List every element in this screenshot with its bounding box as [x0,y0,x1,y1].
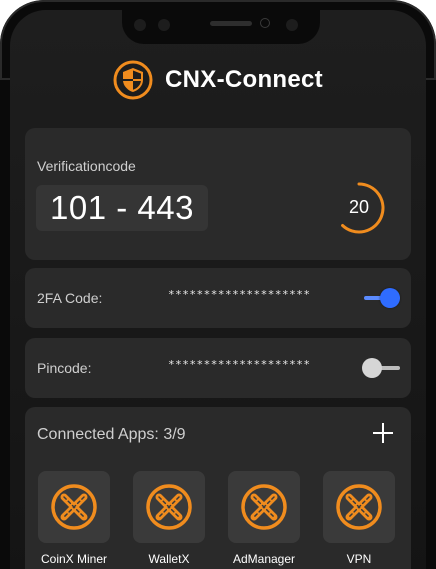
pincode-label: Pincode: [37,360,92,376]
twofa-label: 2FA Code: [37,290,103,306]
app-name-vpn: VPN [346,552,372,566]
pincode-masked-value: ******************** [168,358,311,371]
verification-label: Verificationcode [37,158,136,174]
earpiece-speaker [210,21,252,26]
twofa-masked-value: ******************** [168,288,311,301]
add-app-button[interactable] [369,419,397,447]
app-tile-admanager[interactable] [228,471,300,543]
cross-badge-icon [241,484,287,530]
app-name-coinx-miner: CoinX Miner [40,552,108,566]
front-camera-icon [134,19,146,31]
shield-logo-icon [113,60,153,100]
pincode-card: Pincode: ******************** [25,338,411,398]
toggle-knob [380,288,400,308]
countdown-timer: 20 [335,180,391,236]
app-title: CNX-Connect [165,66,323,93]
app-name-admanager: AdManager [232,552,296,566]
app-header: CNX-Connect [10,58,426,102]
app-tile-walletx[interactable] [133,471,205,543]
proximity-sensor-icon [260,18,270,28]
app-screen: CNX-Connect Verificationcode 101 - 443 2… [10,10,426,569]
verification-code[interactable]: 101 - 443 [36,185,208,231]
plus-icon [373,423,393,443]
face-sensor-icon [158,19,170,31]
connected-apps-label: Connected Apps: 3/9 [37,426,186,443]
cross-badge-icon [146,484,192,530]
connected-apps-card: Connected Apps: 3/9 CoinX Miner WalletX … [25,407,411,569]
cross-badge-icon [336,484,382,530]
twofa-card: 2FA Code: ******************** [25,268,411,328]
verification-card: Verificationcode 101 - 443 20 [25,128,411,260]
toggle-knob [362,358,382,378]
app-name-walletx: WalletX [148,552,190,566]
pincode-toggle[interactable] [362,357,402,379]
app-tile-coinx-miner[interactable] [38,471,110,543]
countdown-seconds: 20 [348,197,370,217]
cross-badge-icon [51,484,97,530]
ambient-sensor-icon [286,19,298,31]
app-tile-vpn[interactable] [323,471,395,543]
phone-frame: CNX-Connect Verificationcode 101 - 443 2… [0,0,436,569]
twofa-toggle[interactable] [362,287,402,309]
phone-notch [122,10,320,44]
